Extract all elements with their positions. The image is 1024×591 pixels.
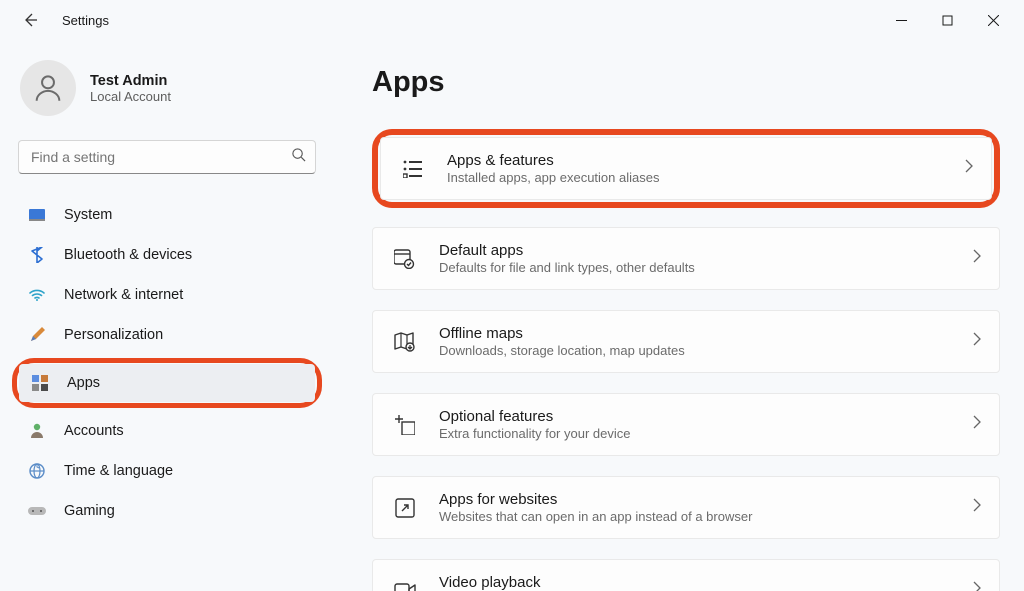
gaming-icon: [28, 502, 46, 520]
profile-block[interactable]: Test Admin Local Account: [20, 60, 318, 116]
sidebar-item-label: Apps: [67, 375, 100, 391]
sidebar-item-label: Time & language: [64, 463, 173, 479]
add-feature-icon: [393, 413, 417, 437]
sidebar: Test Admin Local Account System: [0, 40, 332, 591]
sidebar-item-personalization[interactable]: Personalization: [16, 316, 318, 354]
sidebar-item-system[interactable]: System: [16, 196, 318, 234]
sidebar-item-network[interactable]: Network & internet: [16, 276, 318, 314]
window-title: Settings: [62, 13, 109, 28]
chevron-right-icon: [973, 249, 981, 268]
chevron-right-icon: [965, 159, 973, 178]
card-title: Apps & features: [447, 152, 943, 169]
search-container: [18, 140, 316, 174]
profile-name: Test Admin: [90, 73, 171, 89]
card-optional-features[interactable]: Optional features Extra functionality fo…: [372, 393, 1000, 456]
chevron-right-icon: [973, 581, 981, 591]
close-button[interactable]: [970, 4, 1016, 36]
account-icon: [28, 422, 46, 440]
titlebar: Settings: [0, 0, 1024, 40]
card-default-apps[interactable]: Default apps Defaults for file and link …: [372, 227, 1000, 290]
card-video-playback[interactable]: Video playback Video adjustments, HDR st…: [372, 559, 1000, 591]
card-title: Default apps: [439, 242, 951, 259]
apps-icon: [31, 374, 49, 392]
sidebar-nav: System Bluetooth & devices Network & int…: [16, 196, 318, 530]
sidebar-item-label: Bluetooth & devices: [64, 247, 192, 263]
sidebar-item-apps[interactable]: Apps: [19, 364, 315, 402]
settings-window: Settings Test Admin Local Account: [0, 0, 1024, 591]
default-apps-icon: [393, 247, 417, 271]
map-icon: [393, 330, 417, 354]
content-area: Apps Apps & features Installed apps, app…: [332, 40, 1024, 591]
card-title: Optional features: [439, 408, 951, 425]
search-input[interactable]: [18, 140, 316, 174]
sidebar-item-label: Personalization: [64, 327, 163, 343]
system-icon: [28, 206, 46, 224]
card-subtitle: Extra functionality for your device: [439, 426, 951, 441]
annotation-highlight-sidebar: Apps: [12, 358, 322, 408]
chevron-right-icon: [973, 332, 981, 351]
sidebar-item-time-language[interactable]: Time & language: [16, 452, 318, 490]
card-title: Video playback: [439, 574, 951, 591]
list-icon: [401, 157, 425, 181]
card-subtitle: Websites that can open in an app instead…: [439, 509, 951, 524]
brush-icon: [28, 326, 46, 344]
card-title: Offline maps: [439, 325, 951, 342]
sidebar-item-accounts[interactable]: Accounts: [16, 412, 318, 450]
page-title: Apps: [372, 66, 1000, 99]
sidebar-item-gaming[interactable]: Gaming: [16, 492, 318, 530]
sidebar-item-label: Network & internet: [64, 287, 183, 303]
maximize-button[interactable]: [924, 4, 970, 36]
back-button[interactable]: [16, 6, 44, 34]
card-apps-features[interactable]: Apps & features Installed apps, app exec…: [380, 137, 992, 200]
card-title: Apps for websites: [439, 491, 951, 508]
globe-icon: [28, 462, 46, 480]
search-icon: [291, 147, 306, 167]
card-apps-websites[interactable]: Apps for websites Websites that can open…: [372, 476, 1000, 539]
chevron-right-icon: [973, 415, 981, 434]
open-link-icon: [393, 496, 417, 520]
card-subtitle: Downloads, storage location, map updates: [439, 343, 951, 358]
minimize-button[interactable]: [878, 4, 924, 36]
video-icon: [393, 579, 417, 591]
annotation-highlight-card: Apps & features Installed apps, app exec…: [372, 129, 1000, 208]
card-offline-maps[interactable]: Offline maps Downloads, storage location…: [372, 310, 1000, 373]
profile-subtitle: Local Account: [90, 89, 171, 104]
sidebar-item-bluetooth[interactable]: Bluetooth & devices: [16, 236, 318, 274]
sidebar-item-label: Accounts: [64, 423, 124, 439]
avatar: [20, 60, 76, 116]
card-subtitle: Installed apps, app execution aliases: [447, 170, 943, 185]
wifi-icon: [28, 286, 46, 304]
sidebar-item-label: Gaming: [64, 503, 115, 519]
card-subtitle: Defaults for file and link types, other …: [439, 260, 951, 275]
chevron-right-icon: [973, 498, 981, 517]
sidebar-item-label: System: [64, 207, 112, 223]
bluetooth-icon: [28, 246, 46, 264]
